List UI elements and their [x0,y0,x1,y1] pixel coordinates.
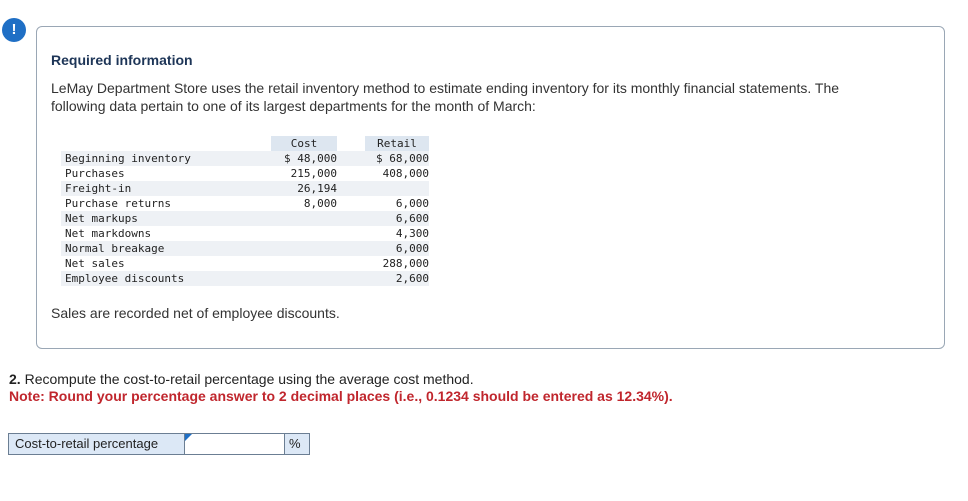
rounding-note: Note: Round your percentage answer to 2 … [9,388,673,404]
row-label: Purchase returns [65,197,171,210]
cost-to-retail-input[interactable] [185,434,284,454]
question-text: 2. Recompute the cost-to-retail percenta… [9,371,474,387]
exclamation-icon: ! [2,18,26,42]
sales-note: Sales are recorded net of employee disco… [51,305,340,321]
row-retail: $ 68,000 [365,151,429,166]
row-label: Net markdowns [65,227,152,240]
table-row: Purchase returns 8,000 6,000 [61,196,429,211]
row-retail: 288,000 [382,257,429,270]
answer-table: Cost-to-retail percentage % [8,433,310,455]
row-label: Beginning inventory [61,151,271,166]
row-label: Net markups [61,211,271,226]
row-cost [271,271,337,286]
row-cost [271,241,337,256]
required-information-title: Required information [51,52,193,68]
row-cost: 26,194 [271,181,337,196]
percent-unit: % [285,434,309,454]
table-row: Beginning inventory $ 48,000 $ 68,000 [61,151,429,166]
table-row: Net markups 6,600 [61,211,429,226]
intro-paragraph: LeMay Department Store uses the retail i… [51,80,840,114]
header-cost: Cost [271,136,337,151]
header-label [61,136,271,151]
row-label: Purchases [65,167,125,180]
row-cost [271,256,337,271]
table-row: Normal breakage 6,000 [61,241,429,256]
row-label: Employee discounts [61,271,271,286]
answer-label: Cost-to-retail percentage [9,434,185,454]
question-number: 2. [9,371,21,387]
question-body: Recompute the cost-to-retail percentage … [20,371,474,387]
row-label: Net sales [65,257,125,270]
table-row: Net markdowns 4,300 [61,226,429,241]
table-row: Purchases 215,000 408,000 [61,166,429,181]
row-retail: 408,000 [382,167,429,180]
row-cost [271,211,337,226]
answer-input-cell [185,434,285,454]
row-cost: 8,000 [303,197,337,210]
row-label: Freight-in [61,181,271,196]
row-retail [365,181,429,196]
row-cost: $ 48,000 [271,151,337,166]
table-row: Freight-in 26,194 [61,181,429,196]
row-retail: 6,600 [365,211,429,226]
header-retail: Retail [365,136,429,151]
table-row: Employee discounts 2,600 [61,271,429,286]
table-header-row: Cost Retail [61,136,429,151]
input-marker-icon [185,434,192,441]
row-label: Normal breakage [61,241,271,256]
row-retail: 6,000 [365,241,429,256]
row-retail: 2,600 [365,271,429,286]
row-cost: 215,000 [290,167,337,180]
row-retail: 4,300 [395,227,429,240]
row-retail: 6,000 [395,197,429,210]
table-row: Net sales 288,000 [61,256,429,271]
inventory-data-table: Cost Retail Beginning inventory $ 48,000 $… [61,136,429,286]
row-cost [271,226,337,241]
